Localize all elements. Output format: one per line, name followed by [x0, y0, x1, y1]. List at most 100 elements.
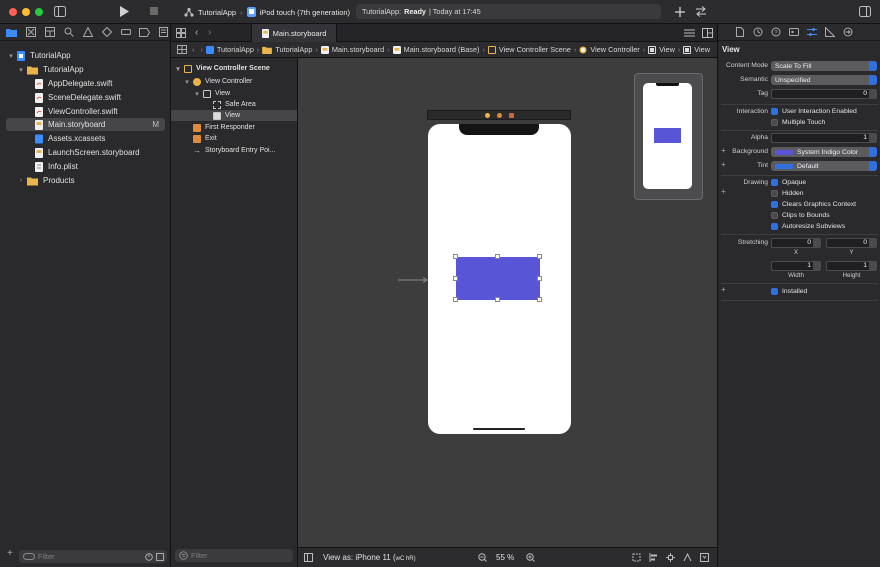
installed-checkbox[interactable]: Installed [771, 287, 807, 296]
split-editor-icon[interactable] [702, 28, 713, 38]
alpha-field[interactable]: 1 [771, 133, 877, 143]
resize-handle[interactable] [453, 297, 458, 302]
outline-item-view-controller[interactable]: ▾ View Controller [171, 76, 252, 87]
connections-inspector-tab[interactable] [842, 27, 853, 38]
add-variation-icon[interactable]: + [721, 285, 726, 294]
stretch-height-field[interactable]: 1 [826, 261, 877, 271]
tree-item-project[interactable]: ▾ TutorialApp [0, 49, 171, 62]
issue-navigator-tab[interactable] [80, 25, 95, 39]
recent-files-icon[interactable] [145, 552, 153, 561]
breadcrumb-item[interactable]: View Controller Scene [487, 45, 571, 54]
disclosure-icon[interactable]: ▾ [17, 66, 25, 74]
add-file-icon[interactable]: + [7, 548, 13, 559]
outline-item-scene[interactable]: ▾ View Controller Scene [171, 63, 270, 74]
add-library-icon[interactable] [675, 7, 685, 17]
disclosure-icon[interactable]: ▾ [193, 90, 201, 98]
tab-main-storyboard[interactable]: Main.storyboard [251, 24, 337, 42]
minimize-window-button[interactable] [22, 8, 30, 16]
breadcrumb-item[interactable]: View Controller [579, 45, 640, 54]
run-icon[interactable] [119, 6, 129, 17]
stop-icon[interactable] [150, 7, 158, 15]
outline-item-safe-area[interactable]: Safe Area [171, 99, 256, 110]
tree-item-file-selected[interactable]: Main.storyboard M [6, 118, 165, 131]
autoresize-checkbox[interactable]: Autoresize Subviews [771, 222, 845, 231]
breadcrumb-item[interactable]: View [648, 45, 675, 54]
outline-item-subview-selected[interactable]: View [171, 110, 297, 121]
resize-handle[interactable] [495, 297, 500, 302]
source-control-filter-icon[interactable] [156, 552, 164, 561]
test-navigator-tab[interactable] [99, 25, 114, 39]
embed-in-icon[interactable] [700, 553, 709, 562]
storyboard-canvas[interactable] [298, 58, 717, 547]
related-items-icon[interactable] [176, 28, 186, 38]
zoom-level[interactable]: 55 % [496, 553, 514, 562]
tree-item-file[interactable]: SceneDelegate.swift [0, 91, 171, 104]
disclosure-icon[interactable]: › [17, 177, 25, 184]
outline-toggle-icon[interactable] [304, 553, 313, 562]
stepper-icon[interactable] [813, 239, 820, 247]
view-as-button[interactable]: View as: iPhone 11 (wC hR) [323, 553, 416, 562]
size-inspector-tab[interactable] [824, 27, 835, 38]
zoom-window-button[interactable] [35, 8, 43, 16]
resize-handle[interactable] [453, 254, 458, 259]
exit-dock-icon[interactable] [508, 112, 514, 118]
breadcrumb-item[interactable]: View [683, 45, 710, 54]
hidden-checkbox[interactable]: Hidden [771, 189, 804, 198]
close-window-button[interactable] [9, 8, 17, 16]
outline-item-view[interactable]: ▾ View [171, 88, 230, 99]
add-constraints-icon[interactable] [666, 553, 675, 562]
resize-handle[interactable] [495, 254, 500, 259]
update-frames-icon[interactable] [632, 553, 641, 562]
align-icon[interactable] [649, 553, 658, 562]
view-controller-dock-icon[interactable] [484, 112, 490, 118]
stretch-y-field[interactable]: 0 [826, 238, 877, 248]
outline-item-entry-point[interactable]: → Storyboard Entry Poi... [171, 145, 275, 156]
outline-item-exit[interactable]: Exit [171, 133, 217, 144]
inspector-toggle-icon[interactable] [859, 6, 871, 17]
find-navigator-tab[interactable] [61, 25, 76, 39]
tree-item-folder[interactable]: ▾ TutorialApp [0, 63, 171, 76]
stepper-icon[interactable] [869, 262, 876, 270]
tree-item-folder[interactable]: › Products [0, 174, 171, 187]
resize-handle[interactable] [537, 276, 542, 281]
resize-handle[interactable] [537, 297, 542, 302]
code-review-icon[interactable] [695, 6, 707, 17]
tint-color-popup[interactable]: Default [771, 161, 877, 171]
first-responder-dock-icon[interactable] [496, 112, 502, 118]
clips-to-bounds-checkbox[interactable]: Clips to Bounds [771, 211, 830, 220]
stepper-icon[interactable] [869, 239, 876, 247]
sidebar-toggle-icon[interactable] [54, 6, 66, 17]
zoom-in-icon[interactable] [526, 553, 535, 562]
outline-item-first-responder[interactable]: First Responder [171, 122, 255, 133]
stepper-icon[interactable] [813, 262, 820, 270]
breadcrumb-item[interactable]: Main.storyboard (Base) [392, 45, 479, 54]
tag-field[interactable]: 0 [771, 89, 877, 99]
editor-options-icon[interactable] [684, 28, 695, 38]
identity-inspector-tab[interactable] [788, 27, 799, 38]
breakpoint-navigator-tab[interactable] [137, 25, 152, 39]
report-navigator-tab[interactable] [156, 25, 171, 39]
breadcrumb-item[interactable]: Main.storyboard [320, 45, 384, 54]
disclosure-icon[interactable]: ▾ [174, 65, 182, 73]
project-navigator-tab[interactable] [4, 25, 19, 39]
resize-handle[interactable] [453, 276, 458, 281]
content-mode-popup[interactable]: Scale To Fill [771, 61, 877, 71]
multiple-touch-checkbox[interactable]: Multiple Touch [771, 118, 825, 127]
help-inspector-tab[interactable]: ? [770, 27, 781, 38]
tree-item-file[interactable]: Assets.xcassets [0, 132, 171, 145]
file-inspector-tab[interactable] [734, 27, 745, 38]
device-frame[interactable] [428, 124, 571, 434]
tree-item-file[interactable]: ViewController.swift [0, 105, 171, 118]
add-variation-icon[interactable]: + [721, 187, 726, 196]
stretch-x-field[interactable]: 0 [771, 238, 821, 248]
canvas-minimap[interactable] [634, 73, 703, 200]
zoom-out-icon[interactable] [478, 553, 487, 562]
outline-filter-field[interactable]: Filter [175, 549, 293, 562]
scene-dock[interactable] [427, 110, 571, 120]
grid-icon[interactable] [177, 45, 187, 54]
tree-item-file[interactable]: AppDelegate.swift [0, 77, 171, 90]
disclosure-icon[interactable]: ▾ [7, 52, 15, 60]
resize-handle[interactable] [537, 254, 542, 259]
disclosure-icon[interactable]: ▾ [183, 78, 191, 86]
user-interaction-checkbox[interactable]: User Interaction Enabled [771, 107, 857, 116]
